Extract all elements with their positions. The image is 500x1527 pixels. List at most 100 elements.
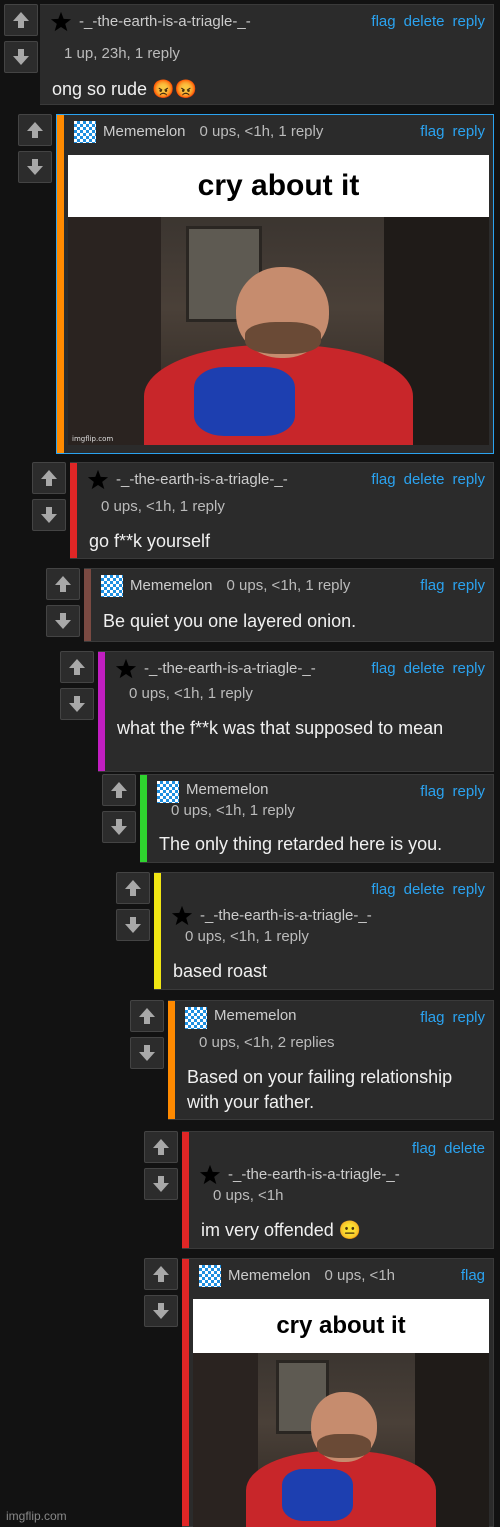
reply-link[interactable]: reply bbox=[452, 471, 485, 488]
arrow-down-icon bbox=[55, 613, 71, 629]
arrow-down-icon bbox=[153, 1176, 169, 1192]
vote-controls bbox=[144, 1258, 178, 1332]
upvote-button[interactable] bbox=[18, 114, 52, 146]
comment-header: -_-the-earth-is-a-triagle-_- flag delete re… bbox=[171, 879, 485, 926]
username-link[interactable]: -_-the-earth-is-a-triagle-_- bbox=[79, 13, 251, 30]
comment-text: go f**k yourself bbox=[89, 531, 211, 551]
meme-image[interactable]: cry about it imgflip.com bbox=[68, 155, 489, 445]
checker-avatar[interactable] bbox=[74, 121, 96, 143]
upvote-button[interactable] bbox=[102, 774, 136, 806]
vote-controls bbox=[46, 568, 80, 642]
comment-header: -_-the-earth-is-a-triagle-_- flag delete re… bbox=[87, 469, 485, 491]
flag-link[interactable]: flag bbox=[420, 783, 444, 800]
reply-link[interactable]: reply bbox=[452, 13, 485, 30]
downvote-button[interactable] bbox=[102, 811, 136, 843]
downvote-button[interactable] bbox=[46, 605, 80, 637]
flag-link[interactable]: flag bbox=[461, 1267, 485, 1284]
reply-link[interactable]: reply bbox=[452, 660, 485, 677]
vote-controls bbox=[144, 1131, 178, 1205]
comment-content: Mememelon 0 ups, <1h flag cry about it bbox=[189, 1259, 493, 1527]
meme-image[interactable]: cry about it bbox=[193, 1299, 489, 1527]
comment-box: -_-the-earth-is-a-triagle-_- flag delete re… bbox=[40, 4, 494, 105]
arrow-up-icon bbox=[55, 576, 71, 592]
flag-link[interactable]: flag bbox=[420, 1009, 444, 1026]
comment-box: Mememelon 0 ups, <1h flag cry about it bbox=[182, 1258, 494, 1527]
flag-link[interactable]: flag bbox=[420, 577, 444, 594]
flag-link[interactable]: flag bbox=[420, 123, 444, 140]
downvote-button[interactable] bbox=[144, 1168, 178, 1200]
meme-watermark: imgflip.com bbox=[72, 435, 114, 443]
username-link[interactable]: -_-the-earth-is-a-triagle-_- bbox=[144, 660, 316, 677]
username-link[interactable]: Mememelon 0 ups, <1h bbox=[228, 1267, 395, 1284]
delete-link[interactable]: delete bbox=[404, 13, 445, 30]
upvote-button[interactable] bbox=[144, 1131, 178, 1163]
flag-link[interactable]: flag bbox=[371, 471, 395, 488]
upvote-button[interactable] bbox=[46, 568, 80, 600]
downvote-button[interactable] bbox=[18, 151, 52, 183]
delete-link[interactable]: delete bbox=[404, 881, 445, 898]
star-icon bbox=[50, 11, 72, 33]
flag-link[interactable]: flag bbox=[371, 881, 395, 898]
arrow-down-icon bbox=[69, 696, 85, 712]
downvote-button[interactable] bbox=[130, 1037, 164, 1069]
photo-beard bbox=[244, 321, 321, 354]
checker-avatar[interactable] bbox=[185, 1007, 207, 1029]
username-link[interactable]: Mememelon 0 ups, <1h, 1 reply bbox=[130, 577, 350, 594]
reply-link[interactable]: reply bbox=[452, 783, 485, 800]
thread-depth-bar bbox=[154, 873, 161, 989]
comment-meta: 0 ups, <1h, 1 reply bbox=[226, 577, 351, 594]
comment-actions: flag reply bbox=[412, 1009, 485, 1026]
checker-avatar[interactable] bbox=[199, 1265, 221, 1287]
username-link[interactable]: -_-the-earth-is-a-triagle-_- bbox=[200, 907, 372, 924]
upvote-button[interactable] bbox=[60, 651, 94, 683]
username-link[interactable]: Mememelon bbox=[186, 781, 269, 798]
thread-depth-bar bbox=[70, 463, 77, 558]
comment-actions: flag delete reply bbox=[363, 471, 485, 488]
upvote-button[interactable] bbox=[130, 1000, 164, 1032]
flag-link[interactable]: flag bbox=[371, 13, 395, 30]
delete-link[interactable]: delete bbox=[404, 471, 445, 488]
photo-bag bbox=[281, 1468, 353, 1521]
vote-controls bbox=[130, 1000, 164, 1074]
downvote-button[interactable] bbox=[144, 1295, 178, 1327]
comment-text: based roast bbox=[173, 961, 268, 981]
username-link[interactable]: Mememelon 0 ups, <1h, 1 reply bbox=[103, 123, 323, 140]
comment: -_-the-earth-is-a-triagle-_- flag delete 0 … bbox=[144, 1131, 494, 1249]
comment: Mememelon 0 ups, <1h, 1 reply flag reply cry… bbox=[18, 114, 494, 454]
upvote-button[interactable] bbox=[144, 1258, 178, 1290]
username: -_-the-earth-is-a-triagle-_- bbox=[116, 471, 288, 488]
comment-box: -_-the-earth-is-a-triagle-_- flag delete re… bbox=[98, 651, 494, 772]
comment-meta: 1 up, 23h, 1 reply bbox=[64, 45, 180, 62]
flag-link[interactable]: flag bbox=[371, 660, 395, 677]
downvote-button[interactable] bbox=[4, 41, 38, 73]
comment-header: Mememelon flag reply bbox=[185, 1007, 485, 1029]
downvote-button[interactable] bbox=[32, 499, 66, 531]
downvote-button[interactable] bbox=[116, 909, 150, 941]
username-link[interactable]: -_-the-earth-is-a-triagle-_- bbox=[228, 1166, 400, 1183]
reply-link[interactable]: reply bbox=[452, 123, 485, 140]
username-link[interactable]: -_-the-earth-is-a-triagle-_- bbox=[116, 471, 288, 488]
arrow-down-icon bbox=[153, 1303, 169, 1319]
meme-caption: cry about it bbox=[193, 1299, 489, 1353]
upvote-button[interactable] bbox=[32, 462, 66, 494]
delete-link[interactable]: delete bbox=[404, 660, 445, 677]
downvote-button[interactable] bbox=[60, 688, 94, 720]
comment-meta: 0 ups, <1h, 1 reply bbox=[185, 928, 309, 945]
username: -_-the-earth-is-a-triagle-_- bbox=[228, 1166, 400, 1183]
upvote-button[interactable] bbox=[4, 4, 38, 36]
comment-box: -_-the-earth-is-a-triagle-_- flag delete re… bbox=[70, 462, 494, 559]
username-link[interactable]: Mememelon bbox=[214, 1007, 297, 1024]
comment-content: Mememelon 0 ups, <1h, 1 reply flag reply cry… bbox=[64, 115, 493, 453]
vote-controls bbox=[102, 774, 136, 848]
meme-photo bbox=[68, 217, 489, 445]
delete-link[interactable]: delete bbox=[444, 1140, 485, 1157]
arrow-down-icon bbox=[125, 917, 141, 933]
checker-avatar[interactable] bbox=[101, 575, 123, 597]
checker-avatar[interactable] bbox=[157, 781, 179, 803]
flag-link[interactable]: flag bbox=[412, 1140, 436, 1157]
upvote-button[interactable] bbox=[116, 872, 150, 904]
username: Mememelon bbox=[228, 1267, 311, 1284]
reply-link[interactable]: reply bbox=[452, 577, 485, 594]
reply-link[interactable]: reply bbox=[452, 1009, 485, 1026]
reply-link[interactable]: reply bbox=[452, 881, 485, 898]
